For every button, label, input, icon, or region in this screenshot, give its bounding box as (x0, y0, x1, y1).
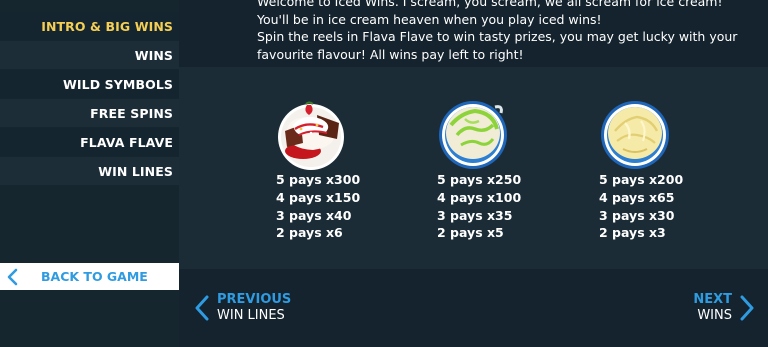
chevron-left-icon (7, 268, 18, 285)
menu-item-wins[interactable]: WINS (0, 41, 179, 69)
next-page-button[interactable]: NEXT WINS (693, 292, 754, 324)
sidebar-menu: INTRO & BIG WINS WINS WILD SYMBOLS FREE … (0, 0, 179, 347)
menu-item-intro-big-wins[interactable]: INTRO & BIG WINS (0, 12, 179, 40)
intro-line: You'll be in ice cream heaven when you p… (257, 11, 602, 27)
pay-line: 4 pays x100 (437, 189, 522, 205)
symbol-3-pays: 5 pays x200 4 pays x65 3 pays x30 2 pays… (599, 171, 683, 242)
symbol-paytable: 5 pays x300 4 pays x150 3 pays x40 2 pay… (179, 67, 768, 269)
pay-line: 2 pays x6 (276, 225, 343, 241)
menu-item-free-spins[interactable]: FREE SPINS (0, 99, 179, 127)
intro-section: Welcome to Iced Wins. I scream, you scre… (179, 0, 768, 67)
symbol-1-pays: 5 pays x300 4 pays x150 3 pays x40 2 pay… (276, 171, 360, 242)
pay-line: 2 pays x3 (599, 225, 666, 241)
intro-line: favourite flavour! All wins pay left to … (257, 46, 524, 62)
chevron-right-icon (740, 295, 754, 321)
pay-line: 3 pays x30 (599, 207, 675, 223)
next-page-name: WINS (697, 308, 732, 323)
back-to-game-button[interactable]: BACK TO GAME (0, 263, 179, 290)
pay-line: 2 pays x5 (437, 225, 504, 241)
previous-page-button[interactable]: PREVIOUS WIN LINES (195, 292, 291, 324)
chevron-left-icon (195, 295, 209, 321)
pay-line: 5 pays x300 (276, 172, 361, 187)
paytable-panel: Welcome to Iced Wins. I scream, you scre… (179, 0, 768, 347)
previous-page-name: WIN LINES (217, 308, 285, 323)
pay-line: 5 pays x200 (599, 172, 684, 187)
menu-item-wild-symbols[interactable]: WILD SYMBOLS (0, 70, 179, 98)
pay-line: 4 pays x150 (276, 189, 361, 205)
menu-item-flava-flave[interactable]: FLAVA FLAVE (0, 128, 179, 156)
intro-text: Welcome to Iced Wins. I scream, you scre… (257, 0, 767, 63)
lime-swirl-scoop-icon (439, 101, 507, 169)
back-to-game-label: BACK TO GAME (41, 269, 148, 284)
previous-label: PREVIOUS (217, 292, 292, 307)
next-label: NEXT (693, 292, 732, 307)
pay-line: 5 pays x250 (437, 172, 522, 187)
intro-line: Spin the reels in Flava Flave to win tas… (257, 29, 738, 45)
pay-line: 3 pays x40 (276, 207, 352, 223)
menu-item-win-lines[interactable]: WIN LINES (0, 157, 179, 185)
pay-line: 3 pays x35 (437, 207, 513, 223)
pay-line: 4 pays x65 (599, 189, 675, 205)
strawberry-brownie-sundae-icon (278, 101, 344, 170)
vanilla-scoop-icon (601, 101, 669, 169)
symbol-2-pays: 5 pays x250 4 pays x100 3 pays x35 2 pay… (437, 171, 521, 242)
intro-line: Welcome to Iced Wins. I scream, you scre… (257, 0, 723, 9)
